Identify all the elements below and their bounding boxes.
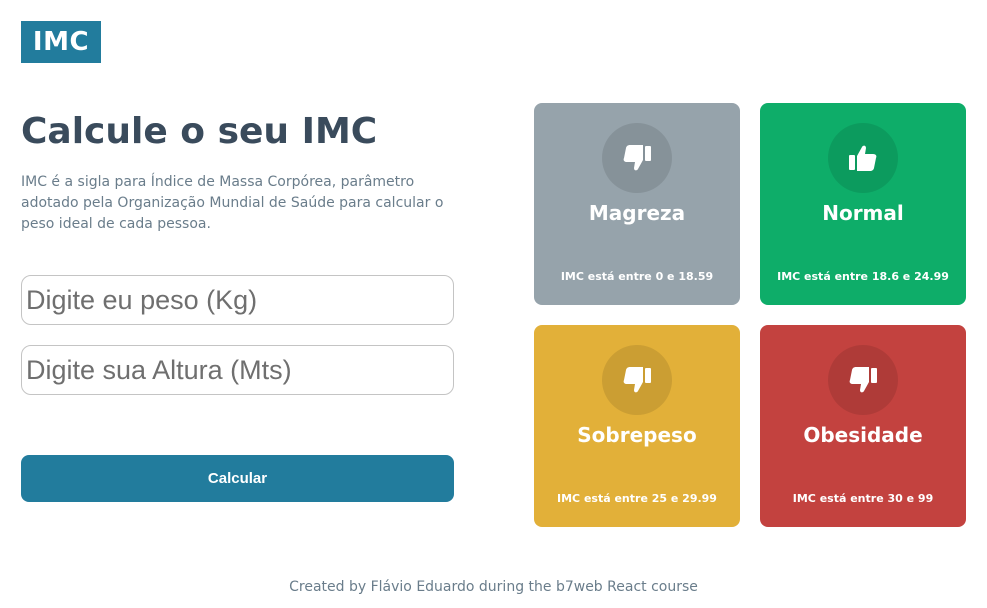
footer-credit: Created by Flávio Eduardo during the b7w… (289, 579, 698, 595)
page-description: IMC é a sigla para Índice de Massa Corpó… (21, 174, 444, 232)
level-title: Sobrepeso (577, 423, 697, 447)
level-card-magreza: Magreza IMC está entre 0 e 18.59 (534, 103, 740, 305)
thumbs-down-icon (602, 123, 672, 193)
level-range: IMC está entre 25 e 29.99 (557, 492, 717, 505)
page-title: Calcule o seu IMC (21, 111, 378, 152)
level-title: Obesidade (803, 423, 923, 447)
thumbs-up-icon (828, 123, 898, 193)
weight-input[interactable] (21, 275, 454, 325)
level-title: Magreza (588, 201, 686, 225)
thumbs-down-icon (602, 345, 672, 415)
level-card-normal: Normal IMC está entre 18.6 e 24.99 (760, 103, 966, 305)
level-title: Normal (822, 201, 904, 225)
level-card-obesidade: Obesidade IMC está entre 30 e 99 (760, 325, 966, 527)
calculator-section: Calcule o seu IMC IMC é a sigla para Índ… (21, 108, 454, 235)
level-range: IMC está entre 18.6 e 24.99 (777, 270, 949, 283)
height-input[interactable] (21, 345, 454, 395)
thumbs-down-icon (828, 345, 898, 415)
logo: IMC (21, 21, 101, 63)
level-range: IMC está entre 0 e 18.59 (560, 270, 714, 283)
level-card-sobrepeso: Sobrepeso IMC está entre 25 e 29.99 (534, 325, 740, 527)
calculate-button[interactable]: Calcular (21, 455, 454, 502)
level-range: IMC está entre 30 e 99 (792, 492, 934, 505)
